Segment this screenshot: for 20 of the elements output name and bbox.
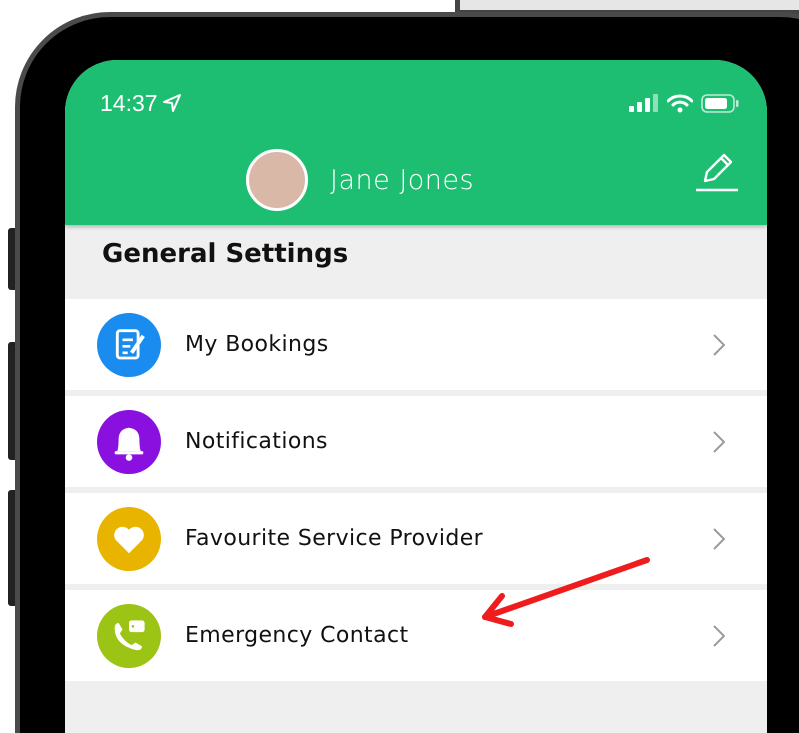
chevron-right-icon xyxy=(713,430,725,452)
profile-name: Jane Jones xyxy=(330,164,474,196)
menu-item[interactable]: Emergency Contact xyxy=(65,590,767,681)
menu-label: Emergency Contact xyxy=(185,623,410,648)
status-time: 14:37 xyxy=(100,90,158,116)
menu-label: Favourite Service Provider xyxy=(185,526,484,551)
battery-icon xyxy=(701,94,739,112)
menu-label: My Bookings xyxy=(185,332,330,357)
menu-item[interactable]: Favourite Service Provider xyxy=(65,493,767,584)
location-arrow-icon xyxy=(162,93,182,113)
signal-icon xyxy=(629,94,659,112)
wifi-icon xyxy=(667,94,693,112)
chevron-right-icon xyxy=(713,528,725,550)
chevron-right-icon xyxy=(713,624,725,646)
chevron-right-icon xyxy=(713,334,725,356)
menu-label: Notifications xyxy=(185,429,329,454)
menu-item[interactable]: Notifications xyxy=(65,396,767,487)
edit-icon[interactable] xyxy=(695,151,739,193)
menu-item[interactable]: My Bookings xyxy=(65,299,767,390)
section-title: General Settings xyxy=(101,239,350,271)
